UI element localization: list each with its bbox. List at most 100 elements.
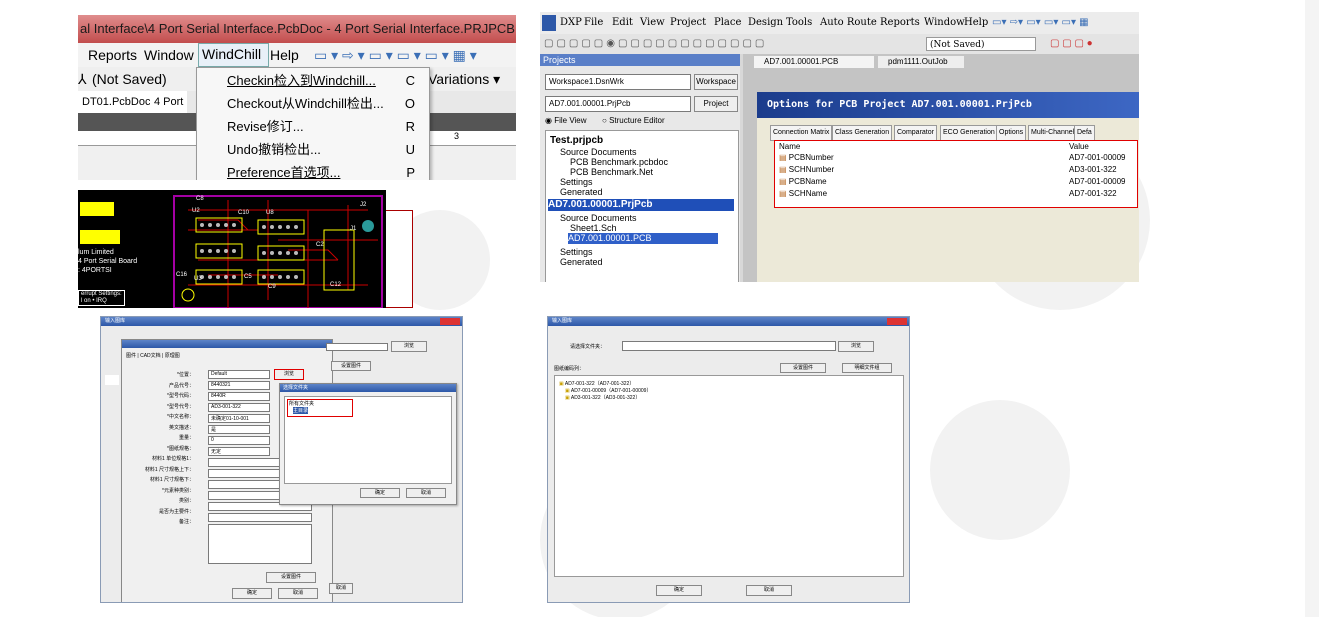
menu-view[interactable]: View — [640, 12, 665, 34]
board-info-line: : 4PORTSI — [78, 267, 112, 274]
tree-item[interactable]: Settings — [560, 177, 593, 187]
set-parts-button[interactable]: 设置图件 — [266, 572, 316, 583]
folder-ok-button[interactable]: 确定 — [360, 488, 400, 498]
tab-class-generation[interactable]: Class Generation — [832, 125, 893, 141]
menu-reports[interactable]: Reports — [880, 12, 920, 34]
tab-comparator[interactable]: Comparator — [894, 125, 937, 141]
path-field[interactable] — [326, 343, 388, 351]
menu-windchill[interactable]: WindChill — [198, 43, 269, 67]
table-row[interactable]: ▤ SCHName — [779, 189, 827, 198]
structure-editor-radio[interactable]: ○ Structure Editor — [602, 116, 665, 125]
tree-item[interactable]: PCB Benchmark.Net — [570, 167, 653, 177]
tree-item[interactable]: PCB Benchmark.pcbdoc — [570, 157, 668, 167]
close-icon[interactable] — [887, 318, 907, 325]
list-item[interactable]: ▣ AD7-001-00009（AD7-001-00009） — [565, 387, 651, 394]
tab-multi-channel[interactable]: Multi-Channel — [1028, 125, 1078, 141]
cancel-button-outer[interactable]: 取消 — [329, 583, 353, 594]
menu-item-checkout[interactable]: Checkout从Windchill检出... O — [227, 93, 427, 115]
project-field[interactable]: AD7.001.00001.PrjPcb — [545, 96, 691, 112]
doc-tab-pcb[interactable]: AD7.001.00001.PCB — [754, 56, 874, 68]
tree-item[interactable]: Source Documents — [560, 213, 637, 223]
weight-field[interactable]: 0 — [208, 436, 270, 445]
english-desc-field[interactable]: 是 — [208, 425, 270, 434]
location-field[interactable]: Default — [208, 370, 270, 379]
menu-place[interactable]: Place — [714, 12, 741, 34]
menu-item-revise[interactable]: Revise修订... R — [227, 116, 427, 138]
tab-options[interactable]: Options — [996, 125, 1027, 141]
form-tabs[interactable]: 图件 | CAD文档 | 原理图 — [126, 352, 180, 359]
workspace-combo[interactable]: Workspace1.DsnWrk — [545, 74, 691, 90]
menu-auto-route[interactable]: Auto Route — [820, 12, 877, 34]
tree-item-selected-project[interactable]: AD7.001.00001.PrjPcb — [548, 199, 734, 211]
tab-eco-generation[interactable]: ECO Generation — [940, 125, 998, 141]
cancel-button[interactable]: 取消 — [278, 588, 318, 599]
list-item[interactable]: ▣ AD7-001-322（AD7-001-322） — [559, 380, 634, 387]
browse-button[interactable]: 浏览 — [274, 369, 304, 380]
table-row[interactable]: ▤ PCBName — [779, 177, 827, 186]
remarks-textarea[interactable] — [208, 524, 312, 564]
set-parts-button[interactable]: 设置图件 — [780, 363, 826, 373]
tab-pcbdoc[interactable]: DT01.PcbDoc — [78, 91, 156, 113]
workspace-button[interactable]: Workspace — [694, 74, 738, 90]
cancel-button[interactable]: 取消 — [746, 585, 792, 596]
project-button[interactable]: Project — [694, 96, 738, 112]
close-icon[interactable] — [440, 318, 460, 325]
tab-4-port[interactable]: 4 Port — [150, 91, 188, 113]
menu-item-preference[interactable]: Preference首选项... P — [227, 162, 427, 180]
model-number-field[interactable]: AD3-001-322 — [208, 403, 270, 412]
main-part-select[interactable] — [208, 513, 312, 522]
toolbar-icons-right[interactable]: ▢ ▢ ▢ ● — [1050, 34, 1093, 54]
menu-tools[interactable]: Tools — [786, 12, 812, 34]
browse-button[interactable]: 浏览 — [838, 341, 874, 352]
tree-item[interactable]: Generated — [560, 257, 603, 267]
not-saved-combo[interactable]: (Not Saved) — [926, 37, 1036, 51]
doc-tab-outjob[interactable]: pdm1111.OutJob — [878, 56, 964, 68]
menu-edit[interactable]: Edit — [612, 12, 633, 34]
file-view-radio[interactable]: ◉ File View — [545, 116, 587, 125]
tree-item[interactable]: Sheet1.Sch — [570, 223, 617, 233]
menu-item-undo[interactable]: Undo撤销检出... U — [227, 139, 427, 161]
tree-item[interactable]: Settings — [560, 247, 593, 257]
menu-dxp[interactable]: DXP — [560, 12, 582, 34]
ok-button[interactable]: 确定 — [656, 585, 702, 596]
toolbar-icons[interactable]: ▭ ▾ ⇨ ▾ ▭ ▾ ▭ ▾ ▭ ▾ ▦ ▾ — [314, 43, 477, 67]
tree-item[interactable]: Test.prjpcb — [550, 135, 603, 146]
folder-item-selected[interactable]: 主目录 — [293, 407, 309, 414]
chinese-name-field[interactable]: 未确定01-10-001 — [208, 414, 270, 423]
menu-project[interactable]: Project — [670, 12, 706, 34]
menu-reports[interactable]: Reports — [88, 43, 137, 67]
detail-files-button[interactable]: 明细文件组 — [842, 363, 892, 373]
menu-window[interactable]: Window — [144, 43, 194, 67]
pcb-outline-fragment — [386, 210, 413, 308]
folder-item[interactable]: 所有文件夹 — [289, 400, 314, 407]
tab-default[interactable]: Defa — [1074, 125, 1095, 141]
table-row[interactable]: ▤ SCHNumber — [779, 165, 834, 174]
browse-button-outer[interactable]: 浏览 — [391, 341, 427, 352]
tree-item[interactable]: Source Documents — [560, 147, 637, 157]
menu-help[interactable]: Help — [270, 43, 299, 67]
ruler-mark: 3 — [454, 131, 460, 141]
model-code-field[interactable]: 8440R — [208, 392, 270, 401]
variations-button[interactable]: Variations ▾ — [428, 67, 500, 91]
menu-design[interactable]: Design — [748, 12, 783, 34]
folder-cancel-button[interactable]: 取消 — [406, 488, 446, 498]
product-code-field[interactable]: 8440321 — [208, 381, 270, 390]
menu-window[interactable]: Window — [924, 12, 965, 34]
designator-c9: C9 — [268, 284, 276, 290]
folder-dialog-title: 选择文件夹 — [280, 384, 456, 392]
list-item[interactable]: ▣ AD3-001-322（AD3-001-322） — [565, 394, 640, 401]
menu-help[interactable]: Help — [964, 12, 988, 34]
menu-item-checkin[interactable]: Checkin检入到Windchill... C — [227, 70, 427, 92]
drawing-spec-field[interactable]: 无定 — [208, 447, 270, 456]
toolbar-buttons[interactable]: ▢▢▢▢▢◉▢▢▢▢▢▢▢▢▢▢▢▢ — [544, 34, 767, 54]
toolbar-icons[interactable]: ▭▾ ⇨▾ ▭▾ ▭▾ ▭▾ ▦ — [992, 12, 1089, 34]
tree-item-selected-pcb[interactable]: AD7.001.00001.PCB — [568, 233, 718, 244]
set-parts-button-outer[interactable]: 设置图件 — [331, 361, 371, 371]
toolbar-icon[interactable]: ⅄ — [78, 67, 87, 91]
menu-file[interactable]: File — [584, 12, 603, 34]
table-row[interactable]: ▤ PCBNumber — [779, 153, 834, 162]
folder-path-input[interactable] — [622, 341, 836, 351]
ok-button[interactable]: 确定 — [232, 588, 272, 599]
tree-item[interactable]: Generated — [560, 187, 603, 197]
tab-connection-matrix[interactable]: Connection Matrix — [770, 125, 833, 141]
